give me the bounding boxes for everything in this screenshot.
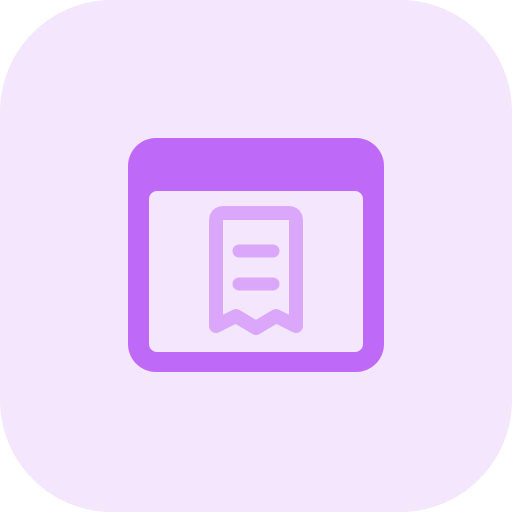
app-icon-tile — [0, 0, 512, 512]
browser-receipt-icon — [128, 138, 384, 372]
